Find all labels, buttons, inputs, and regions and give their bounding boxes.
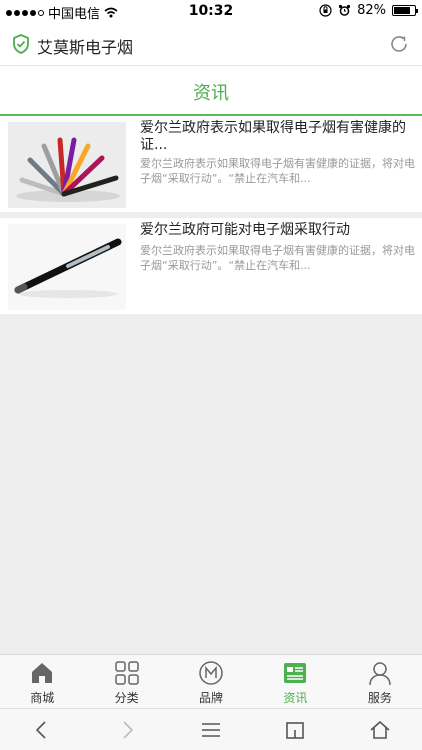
- browser-forward[interactable]: [84, 709, 168, 750]
- news-list: 爱尔兰政府表示如果取得电子烟有害健康的证... 爱尔兰政府表示如果取得电子烟有害…: [0, 116, 422, 314]
- tab-label: 商城: [30, 691, 55, 705]
- refresh-icon[interactable]: [388, 33, 410, 55]
- tabs-icon: [286, 722, 305, 739]
- news-title[interactable]: 爱尔兰政府表示如果取得电子烟有害健康的证...: [140, 120, 416, 154]
- tab-label: 品牌: [199, 691, 224, 705]
- news-icon: [284, 663, 307, 683]
- news-summary: 爱尔兰政府表示如果取得电子烟有害健康的证据，将对电子烟“采取行动”。“禁止在汽车…: [140, 244, 415, 272]
- tab-brand[interactable]: 品牌: [169, 655, 253, 708]
- battery-icon: [392, 5, 418, 16]
- news-summary: 爱尔兰政府表示如果取得电子烟有害健康的证据，将对电子烟“采取行动”。“禁止在汽车…: [140, 157, 415, 185]
- brand-icon: [199, 661, 223, 685]
- user-icon: [369, 662, 391, 686]
- shield-icon: [13, 34, 29, 54]
- app-title: 艾莫斯电子烟: [37, 38, 134, 57]
- home-icon: [32, 663, 53, 683]
- tab-label: 分类: [114, 691, 139, 705]
- menu-icon: [202, 723, 221, 737]
- forward-icon: [123, 721, 133, 739]
- app-header: 艾莫斯电子烟: [0, 22, 422, 66]
- tab-label: 资讯: [283, 691, 308, 705]
- browser-home[interactable]: [338, 709, 422, 750]
- bottom-tabbar: 商城 分类 品牌 资讯 服务: [0, 654, 422, 708]
- news-item[interactable]: 爱尔兰政府可能对电子烟采取行动 爱尔兰政府表示如果取得电子烟有害健康的证据，将对…: [0, 218, 422, 314]
- battery-percent: 82%: [357, 3, 386, 18]
- browser-tabs[interactable]: [253, 709, 337, 750]
- orientation-lock-icon: [319, 4, 332, 17]
- grid-icon: [114, 661, 139, 685]
- section-title: 资讯: [193, 83, 229, 104]
- browser-back[interactable]: [0, 709, 84, 750]
- status-right: 82%: [319, 3, 418, 18]
- tab-label: 服务: [367, 691, 392, 705]
- alarm-icon: [338, 4, 351, 16]
- home-icon: [370, 720, 390, 739]
- news-item[interactable]: 爱尔兰政府表示如果取得电子烟有害健康的证... 爱尔兰政府表示如果取得电子烟有害…: [0, 116, 422, 212]
- status-bar: 中国电信 10:32 82%: [0, 0, 422, 22]
- e-cigarettes-fan-image: [8, 122, 126, 208]
- section-header: 资讯: [0, 66, 422, 116]
- battery-fill: [394, 7, 411, 14]
- browser-menu[interactable]: [169, 709, 253, 750]
- news-title[interactable]: 爱尔兰政府可能对电子烟采取行动: [140, 222, 416, 239]
- tab-service[interactable]: 服务: [338, 655, 422, 708]
- tab-mall[interactable]: 商城: [0, 655, 84, 708]
- browser-toolbar: [0, 708, 422, 750]
- tab-category[interactable]: 分类: [84, 655, 168, 708]
- tab-news[interactable]: 资讯: [253, 655, 337, 708]
- back-icon: [36, 721, 46, 739]
- e-cigarette-pen-image: [8, 224, 126, 310]
